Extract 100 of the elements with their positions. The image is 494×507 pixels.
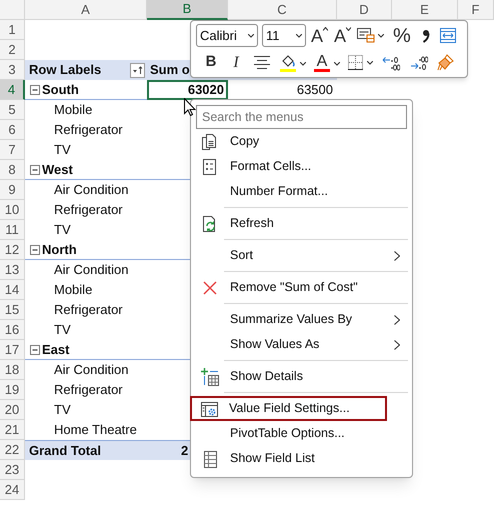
column-header[interactable]: A <box>25 0 147 20</box>
copy-icon <box>201 132 219 150</box>
pivot-header-label: Row Labels <box>28 61 102 80</box>
row-number[interactable]: 2 <box>0 40 25 60</box>
column-header[interactable]: B <box>147 0 228 20</box>
close-icon <box>201 278 219 296</box>
column-header[interactable]: D <box>337 0 392 20</box>
show-details-icon <box>201 368 219 386</box>
row-number[interactable]: 8 <box>0 160 25 180</box>
fill-color-button[interactable] <box>278 54 308 72</box>
cell-styles-button[interactable] <box>356 28 386 43</box>
caret-icon <box>323 26 328 30</box>
row-number[interactable]: 10 <box>0 200 25 220</box>
cell-value: 2 <box>181 442 188 460</box>
table-icon <box>357 28 376 43</box>
row-number[interactable]: 9 <box>0 180 25 200</box>
row-number[interactable]: 4 <box>0 80 25 100</box>
column-header[interactable]: C <box>228 0 337 20</box>
item-label: Air Condition <box>53 361 128 380</box>
field-list-icon <box>201 450 219 468</box>
settings-icon <box>200 400 218 418</box>
caret-icon <box>300 62 306 66</box>
paint-bucket-icon <box>280 54 296 72</box>
row-number[interactable]: 12 <box>0 240 25 260</box>
row-number[interactable]: 14 <box>0 280 25 300</box>
caret-icon <box>334 62 340 66</box>
group-label: North <box>42 240 77 259</box>
row-number[interactable]: 11 <box>0 220 25 240</box>
menu-item[interactable]: Show Field List <box>191 446 412 471</box>
align-center-icon <box>254 56 270 69</box>
row-number[interactable]: 18 <box>0 360 25 380</box>
font-color-label: A <box>316 54 328 68</box>
group-label: West <box>42 160 73 179</box>
borders-icon <box>348 55 363 70</box>
column-header[interactable]: E <box>392 0 458 20</box>
collapse-icon <box>30 344 40 354</box>
group-label: South <box>42 80 79 99</box>
row-number[interactable]: 24 <box>0 480 25 500</box>
font-color-button[interactable]: A <box>312 54 342 72</box>
paintbrush-icon <box>437 54 454 71</box>
comma-icon <box>422 28 430 42</box>
menu-item[interactable]: Sort <box>191 243 412 268</box>
italic-button[interactable]: I <box>226 50 246 74</box>
menu-item[interactable]: Value Field Settings... <box>190 396 387 421</box>
row-number[interactable]: 1 <box>0 20 25 40</box>
bold-button[interactable]: B <box>200 51 222 74</box>
menu-item[interactable]: Number Format... <box>191 179 412 204</box>
caret-icon <box>248 34 254 38</box>
menu-item[interactable]: Format Cells... <box>191 154 412 179</box>
collapse-icon <box>30 84 40 94</box>
menu-item[interactable]: Copy <box>191 129 412 154</box>
menu-item[interactable]: Show Values As <box>191 332 412 357</box>
item-label: Refrigerator <box>53 121 123 140</box>
decimal-icon <box>382 54 400 70</box>
menu-item[interactable]: Refresh <box>191 211 412 236</box>
row-number[interactable]: 7 <box>0 140 25 160</box>
row-number[interactable]: 23 <box>0 460 25 480</box>
item-label: TV <box>53 141 71 160</box>
row-number[interactable]: 5 <box>0 100 25 120</box>
search-field[interactable]: Search the menus <box>196 105 407 129</box>
menu-item[interactable]: Remove "Sum of Cost" <box>191 275 412 300</box>
item-label: Refrigerator <box>53 381 123 400</box>
row-number[interactable]: 3 <box>0 60 25 80</box>
item-label: TV <box>53 401 71 420</box>
borders-button[interactable] <box>346 55 375 70</box>
column-header[interactable]: F <box>458 0 494 20</box>
item-label: Mobile <box>53 101 92 120</box>
font-name-dropdown[interactable]: Calibri <box>196 24 258 47</box>
format-painter-button[interactable] <box>435 54 456 71</box>
menu-item[interactable]: Summarize Values By <box>191 307 412 332</box>
caret-icon <box>296 34 302 38</box>
item-label: Air Condition <box>53 261 128 280</box>
row-number[interactable]: 21 <box>0 420 25 440</box>
percent-style-button[interactable]: % <box>389 26 415 46</box>
row-number[interactable]: 19 <box>0 380 25 400</box>
row-number[interactable]: 16 <box>0 320 25 340</box>
row-number[interactable]: 17 <box>0 340 25 360</box>
increase-font-button[interactable]: A <box>310 26 330 44</box>
caret-icon <box>367 60 373 64</box>
total-label: Grand Total <box>28 442 101 460</box>
decrease-font-button[interactable]: A <box>333 26 352 44</box>
font-size-dropdown[interactable]: 11 <box>262 24 306 47</box>
item-label: Refrigerator <box>53 201 123 220</box>
row-number[interactable]: 6 <box>0 120 25 140</box>
menu-item[interactable]: Show Details <box>191 364 412 389</box>
cell-value: 63020 <box>188 80 224 99</box>
item-label: Mobile <box>53 281 92 300</box>
pivot-header-label: Sum o <box>150 61 190 80</box>
decimal-icon <box>410 54 428 70</box>
group-label: East <box>42 340 70 359</box>
row-number[interactable]: 22 <box>0 440 25 460</box>
caret-icon <box>378 34 384 38</box>
item-label: TV <box>53 221 71 240</box>
menu-item[interactable]: PivotTable Options... <box>191 421 412 446</box>
row-number[interactable]: 15 <box>0 300 25 320</box>
row-number[interactable]: 20 <box>0 400 25 420</box>
caret-icon <box>346 26 352 30</box>
format-cells-icon <box>201 158 219 176</box>
collapse-icon <box>30 164 40 174</box>
row-number[interactable]: 13 <box>0 260 25 280</box>
